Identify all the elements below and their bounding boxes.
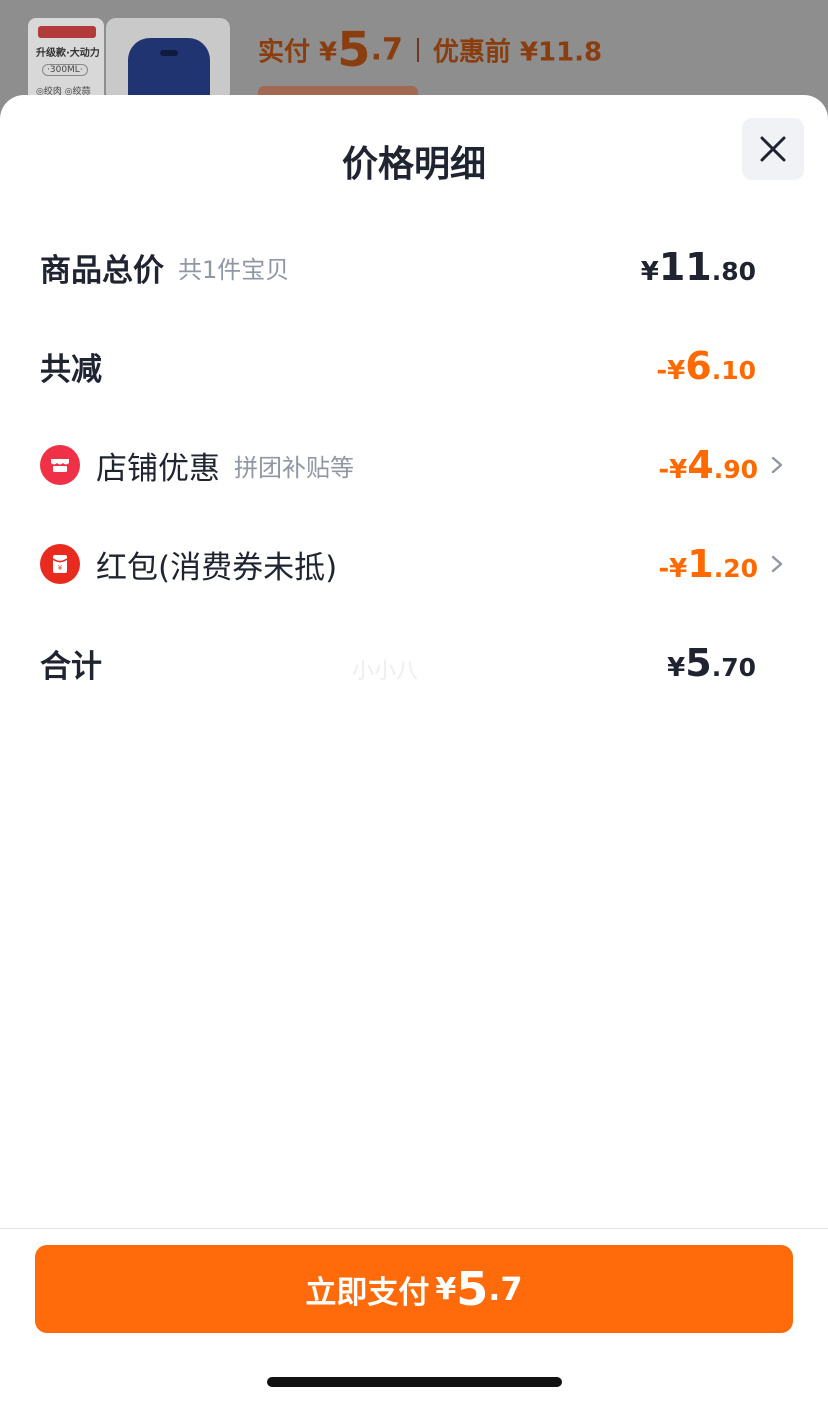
original-price: 优惠前 ¥11.8 [432,37,603,68]
red-packet-amount: -¥ 1.20 [658,542,758,586]
sum-amount: ¥5.70 [667,641,756,685]
close-icon [760,136,786,162]
red-packet-label: 红包(消费券未抵) [96,549,338,586]
close-button[interactable] [742,118,804,180]
product-image [106,18,230,102]
goods-total-label: 商品总价 [40,252,164,289]
row-goods-total: 商品总价 共1件宝贝 ¥11.80 [40,237,788,297]
watermark-text: 小小八 [352,659,419,684]
goods-total-amount: ¥11.80 [640,245,756,289]
price-separator [416,38,419,62]
row-red-packet[interactable]: ¥ 红包(消费券未抵) -¥ 1.20 [40,534,788,594]
total-discount-amount: -¥ 6.10 [656,344,756,388]
thumb-text-1: 升级款·大动力 [36,48,100,59]
goods-count: 共1件宝贝 [178,255,290,284]
product-cup-image [128,38,210,102]
chevron-right-icon [766,553,788,575]
paid-int: 5 [337,22,371,78]
price-detail-sheet: 价格明细 商品总价 共1件宝贝 ¥11.80 共减 -¥ 6.10 店铺优惠 拼团… [0,95,828,1404]
pay-now-button[interactable]: 立即支付 ¥5.7 [35,1245,793,1333]
paid-label: 实付 ¥ [258,37,338,68]
chevron-right-icon [766,454,788,476]
shop-discount-sub: 拼团补贴等 [234,453,354,482]
total-discount-label: 共减 [40,351,102,388]
red-packet-icon: ¥ [40,544,80,584]
row-total-discount: 共减 -¥ 6.10 [40,336,788,396]
svg-text:¥: ¥ [58,564,63,572]
row-shop-discount[interactable]: 店铺优惠 拼团补贴等 -¥ 4.90 [40,435,788,495]
sum-label: 合计 [40,648,102,685]
sheet-title: 价格明细 [341,144,486,185]
shop-icon [40,445,80,485]
paid-dec: .7 [370,32,403,68]
product-thumbnail: 升级款·大动力 ·300ML· ◎绞肉 ◎绞蒜 [28,18,104,102]
shop-discount-amount: -¥ 4.90 [658,443,758,487]
thumb-text-2: ·300ML· [42,64,88,76]
shop-discount-label: 店铺优惠 [96,450,220,487]
brand-logo [38,26,96,38]
home-indicator[interactable] [267,1377,562,1387]
background-price: 实付 ¥5.7 优惠前 ¥11.8 [258,22,602,78]
bottom-divider [0,1228,828,1229]
